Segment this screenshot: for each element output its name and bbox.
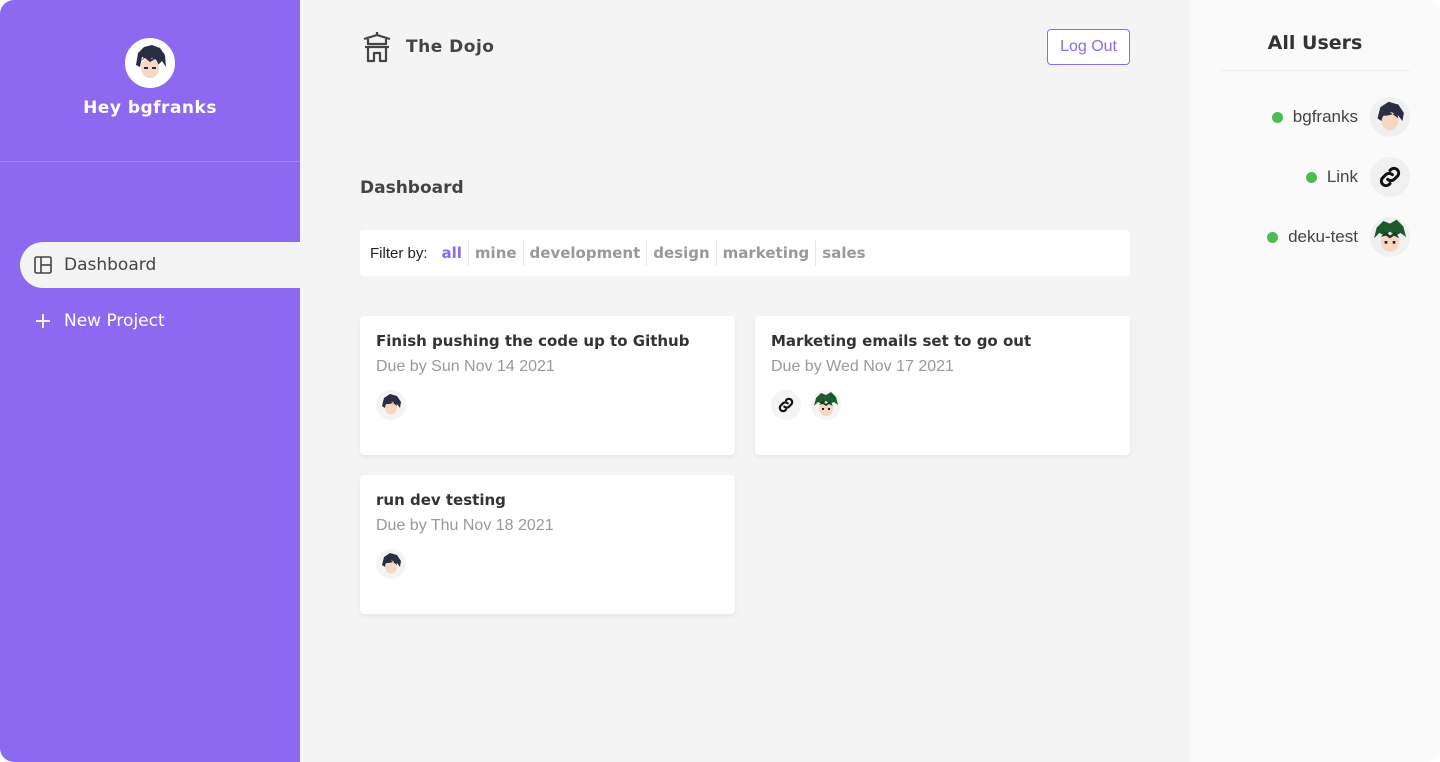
online-status-dot xyxy=(1305,171,1317,183)
assignee-list xyxy=(771,390,1114,420)
filter-option-all[interactable]: all xyxy=(436,240,469,266)
sidebar-item-new-project[interactable]: New Project xyxy=(20,298,300,344)
dashboard-icon xyxy=(34,256,52,274)
project-title: Marketing emails set to go out xyxy=(771,332,1032,350)
filter-option-mine[interactable]: mine xyxy=(469,240,524,266)
project-filter: Filter by: all mine development design m… xyxy=(360,230,1130,276)
users-panel-title: All Users xyxy=(1220,0,1410,71)
project-list: Finish pushing the code up to Github Due… xyxy=(360,316,1130,614)
main-content: The Dojo Log Out Dashboard Filter by: al… xyxy=(300,0,1190,762)
project-due-date: Due by Thu Nov 18 2021 xyxy=(376,517,554,534)
dark-hair-avatar-icon xyxy=(376,390,406,420)
plus-icon xyxy=(34,312,52,330)
top-navbar: The Dojo Log Out xyxy=(360,0,1130,94)
sidebar-item-dashboard[interactable]: Dashboard xyxy=(20,242,300,288)
green-hair-avatar-icon xyxy=(1370,217,1410,257)
assignee-list xyxy=(376,549,719,579)
brand-name: The Dojo xyxy=(406,37,495,57)
link-chain-icon xyxy=(771,390,801,420)
dark-hair-avatar-icon xyxy=(1370,97,1410,137)
page-title: Dashboard xyxy=(360,178,464,198)
project-title: run dev testing xyxy=(376,491,506,509)
users-panel: All Users bgfranks Link deku-test xyxy=(1190,0,1440,762)
filter-option-marketing[interactable]: marketing xyxy=(717,240,817,266)
online-status-dot xyxy=(1271,111,1283,123)
user-name: Link xyxy=(1326,167,1358,186)
user-item-bgfranks[interactable]: bgfranks xyxy=(1220,97,1410,137)
brand-logo[interactable]: The Dojo xyxy=(360,30,494,64)
project-card[interactable]: Marketing emails set to go out Due by We… xyxy=(755,316,1130,455)
user-item-link[interactable]: Link xyxy=(1220,157,1410,197)
sidebar-user-block: Hey bgfranks xyxy=(0,0,300,162)
sidebar-item-label: Dashboard xyxy=(64,255,157,275)
anime-avatar-icon xyxy=(128,41,172,85)
logout-button[interactable]: Log Out xyxy=(1047,29,1130,65)
link-chain-icon xyxy=(1370,157,1410,197)
user-greeting: Hey bgfranks xyxy=(83,98,217,118)
app-window: Hey bgfranks Dashboard New Project The D… xyxy=(0,0,1440,762)
filter-option-sales[interactable]: sales xyxy=(816,240,871,266)
user-list: bgfranks Link deku-test xyxy=(1220,97,1410,257)
project-due-date: Due by Sun Nov 14 2021 xyxy=(376,358,555,375)
green-hair-avatar-icon xyxy=(811,390,841,420)
user-item-deku-test[interactable]: deku-test xyxy=(1220,217,1410,257)
sidebar: Hey bgfranks Dashboard New Project xyxy=(0,0,300,762)
sidebar-item-label: New Project xyxy=(64,311,165,331)
project-card[interactable]: Finish pushing the code up to Github Due… xyxy=(360,316,735,455)
user-name: deku-test xyxy=(1288,227,1358,246)
temple-icon xyxy=(363,32,391,63)
filter-option-design[interactable]: design xyxy=(647,240,717,266)
project-title: Finish pushing the code up to Github xyxy=(376,332,690,350)
project-due-date: Due by Wed Nov 17 2021 xyxy=(771,358,954,375)
assignee-list xyxy=(376,390,719,420)
project-card[interactable]: run dev testing Due by Thu Nov 18 2021 xyxy=(360,475,735,614)
user-name: bgfranks xyxy=(1292,107,1358,126)
online-status-dot xyxy=(1267,231,1279,243)
user-avatar xyxy=(125,38,175,88)
sidebar-nav: Dashboard New Project xyxy=(0,242,300,344)
filter-label: Filter by: xyxy=(370,244,428,262)
dark-hair-avatar-icon xyxy=(376,549,406,579)
filter-option-development[interactable]: development xyxy=(524,240,648,266)
